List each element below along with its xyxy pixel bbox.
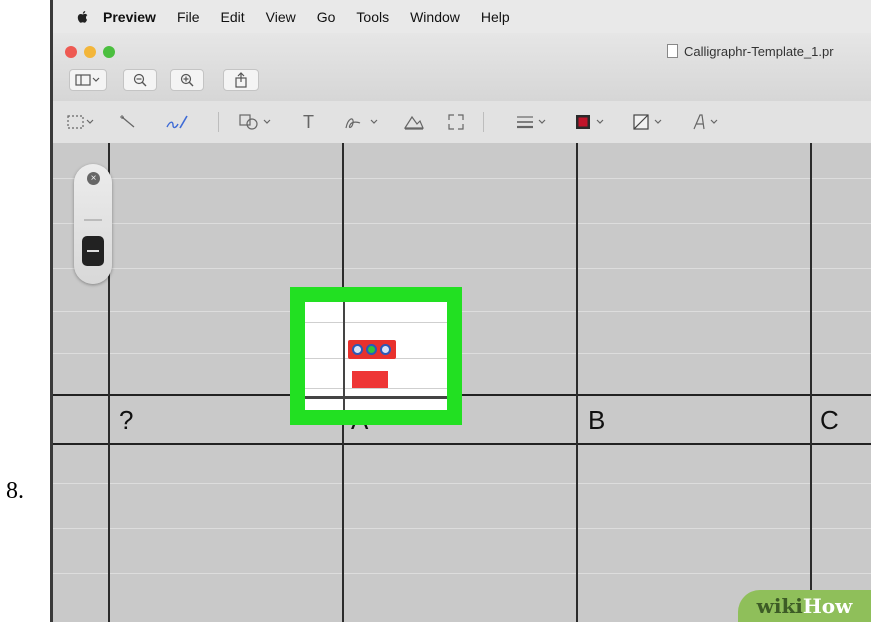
apple-logo-icon[interactable] (75, 9, 91, 25)
row-border (53, 443, 871, 445)
document-canvas[interactable]: ? A B C (53, 143, 871, 622)
adjust-color-tool[interactable] (403, 111, 425, 133)
screenshot: Preview File Edit View Go Tools Window H… (50, 0, 871, 622)
zoom-out-button[interactable] (123, 69, 157, 91)
slider-knob[interactable] (82, 236, 104, 266)
cell-label-c: C (820, 405, 839, 435)
shapes-icon (239, 114, 271, 130)
guide-line (53, 311, 871, 312)
window-button-dot-icon (380, 344, 391, 355)
guide-line (53, 483, 871, 484)
window-button-dot-icon (366, 344, 377, 355)
menu-help[interactable]: Help (481, 9, 510, 25)
guide-line (305, 322, 447, 323)
wikihow-watermark: wiki How (738, 590, 871, 622)
markup-toolbar: T (53, 101, 871, 144)
adjust-color-icon (403, 115, 424, 130)
rectangular-selection-icon (67, 115, 94, 129)
menu-file[interactable]: File (177, 9, 200, 25)
zoom-in-button[interactable] (170, 69, 204, 91)
sign-tool[interactable] (343, 111, 381, 133)
guide-line (53, 178, 871, 179)
row-border (53, 394, 871, 396)
document-icon (667, 44, 678, 58)
text-style-tool[interactable] (691, 111, 723, 133)
toolbar-separator (483, 112, 484, 132)
border-color-tool[interactable] (574, 111, 610, 133)
column-border (576, 143, 578, 622)
adjust-size-tool[interactable] (447, 111, 465, 133)
menu-window[interactable]: Window (410, 9, 460, 25)
zoom-in-icon (180, 73, 194, 87)
guide-line (53, 223, 871, 224)
shapes-tool[interactable] (239, 111, 273, 133)
sidebar-toggle-icon (75, 74, 100, 86)
shape-style-icon (517, 116, 546, 129)
column-border (343, 302, 345, 410)
document-title-text: Calligraphr-Template_1.pr (684, 44, 834, 59)
watermark-how: How (802, 594, 853, 618)
sidebar-toggle-button[interactable] (69, 69, 107, 91)
red-marker (352, 371, 388, 388)
guide-line (53, 353, 871, 354)
zoom-callout (290, 287, 462, 425)
menu-preview[interactable]: Preview (103, 9, 156, 25)
sketch-icon (166, 115, 188, 129)
window-buttons-highlight (348, 340, 396, 359)
window-button-dot-icon (352, 344, 363, 355)
shape-style-tool[interactable] (515, 111, 549, 133)
share-button[interactable] (223, 69, 259, 91)
sign-icon (345, 118, 378, 129)
menu-edit[interactable]: Edit (221, 9, 245, 25)
rectangular-selection-tool[interactable] (67, 111, 95, 133)
toolbar-separator (218, 112, 219, 132)
row-border (305, 396, 447, 399)
guide-line (53, 528, 871, 529)
text-tool[interactable]: T (303, 111, 314, 133)
menu-go[interactable]: Go (317, 9, 336, 25)
watermark-wiki: wiki (756, 594, 803, 618)
slider-tick (84, 219, 102, 221)
fullscreen-window-button[interactable] (103, 46, 115, 58)
adjust-size-icon (448, 114, 464, 130)
step-number: 8. (6, 478, 24, 504)
fill-color-icon (633, 114, 662, 130)
sketch-tool[interactable] (165, 111, 191, 133)
fill-color-tool[interactable] (632, 111, 668, 133)
text-style-icon (693, 114, 718, 130)
instant-alpha-icon (120, 115, 135, 128)
zoom-out-icon (133, 73, 147, 87)
document-title: Calligraphr-Template_1.pr (667, 44, 834, 59)
close-slider-icon[interactable]: × (87, 172, 100, 185)
close-window-button[interactable] (65, 46, 77, 58)
menu-bar: Preview File Edit View Go Tools Window H… (53, 0, 871, 33)
column-border (810, 143, 812, 622)
minimize-window-button[interactable] (84, 46, 96, 58)
menu-tools[interactable]: Tools (356, 9, 389, 25)
pen-size-slider[interactable]: × (74, 164, 112, 284)
guide-line (53, 268, 871, 269)
guide-line (305, 388, 447, 389)
instant-alpha-tool[interactable] (119, 111, 139, 133)
border-color-icon (576, 115, 604, 129)
window-titlebar: Calligraphr-Template_1.pr (53, 33, 871, 102)
share-icon (235, 72, 247, 88)
guide-line (53, 573, 871, 574)
cell-label-b: B (588, 405, 606, 435)
cell-label-question: ? (119, 405, 134, 435)
menu-view[interactable]: View (266, 9, 296, 25)
